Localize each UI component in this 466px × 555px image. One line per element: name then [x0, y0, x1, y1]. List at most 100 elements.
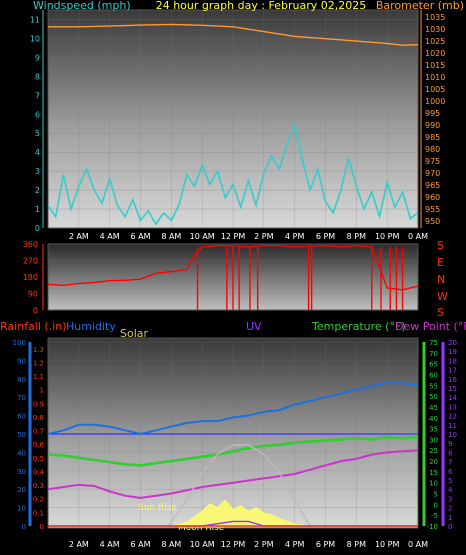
barometer-tick-label: 1000 [425, 97, 445, 106]
time-tick-label-bottom: 10 AM [190, 540, 215, 549]
temperature-tick-label: 15 [429, 469, 438, 477]
uv-tick-label: 10 [448, 431, 457, 439]
rain-tick-label: 0.5 [33, 455, 44, 463]
solar-label: Solar [120, 327, 149, 340]
uv-tick-label: 0 [448, 523, 452, 531]
humidity-tick-label: 80 [17, 376, 26, 384]
windspeed-tick-label: 3 [35, 167, 40, 176]
time-tick-label: 10 AM [190, 232, 215, 241]
humidity-tick-label: 0 [22, 523, 26, 531]
rainfall-axis-label: Rainfall (.in) [0, 320, 67, 333]
time-tick-label-bottom: 6 PM [316, 540, 335, 549]
barometer-tick-label: 990 [425, 121, 440, 130]
uv-tick-label: 15 [448, 385, 457, 393]
time-tick-label: 4 AM [100, 232, 120, 241]
windspeed-tick-label: 5 [35, 129, 40, 138]
uv-tick-label: 6 [448, 468, 453, 476]
uv-tick-label: 2 [448, 505, 452, 513]
temperature-tick-label: 5 [434, 491, 438, 499]
time-tick-label: 4 PM [285, 232, 304, 241]
windspeed-tick-label: 0 [35, 224, 40, 233]
rain-tick-label: 0.2 [33, 496, 44, 504]
direction-tick-label: 0 [33, 306, 38, 315]
time-tick-label-bottom: 4 AM [100, 540, 120, 549]
barometer-tick-label: 960 [425, 193, 440, 202]
temperature-tick-label: 65 [429, 361, 438, 369]
windspeed-tick-label: 8 [35, 72, 40, 81]
humidity-tick-label: 10 [17, 505, 26, 513]
humidity-tick-label: 40 [17, 449, 26, 457]
rain-tick-label: 1.1 [33, 373, 44, 381]
time-tick-label-bottom: 6 AM [130, 540, 150, 549]
time-tick-label-bottom: 8 AM [161, 540, 181, 549]
temperature-tick-label: -5 [431, 512, 438, 520]
temperature-tick-label: 55 [429, 382, 438, 390]
direction-tick-label: 360 [23, 240, 38, 249]
barometer-tick-label: 1025 [425, 37, 445, 46]
time-tick-label: 6 AM [130, 232, 150, 241]
temperature-tick-label: 0 [434, 501, 438, 509]
humidity-axis-label: Humidity [66, 320, 116, 333]
direction-tick-label: 270 [23, 257, 38, 266]
dewpoint-axis-label: Dew Point (°F) [395, 320, 466, 333]
rain-tick-label: 0 [40, 523, 44, 531]
rain-tick-label: 0.1 [33, 509, 44, 517]
windspeed-tick-label: 7 [35, 91, 40, 100]
time-tick-label: 12 PM [221, 232, 246, 241]
time-tick-label-bottom: 12 PM [221, 540, 246, 549]
humidity-tick-label: 90 [17, 357, 26, 365]
barometer-tick-label: 1015 [425, 61, 445, 70]
windspeed-tick-label: 11 [30, 15, 40, 24]
direction-letter-w: W [437, 290, 448, 303]
rain-tick-label: 1 [40, 387, 44, 395]
rain-tick-label: 0.7 [33, 428, 44, 436]
uv-axis-label: UV [246, 320, 262, 333]
humidity-tick-label: 70 [17, 394, 26, 402]
windspeed-tick-label: 9 [35, 53, 40, 62]
barometer-tick-label: 1010 [425, 73, 445, 82]
time-tick-label: 10 PM [375, 232, 400, 241]
windspeed-tick-label: 6 [35, 110, 40, 119]
windspeed-tick-label: 10 [30, 34, 40, 43]
barometer-tick-label: 1030 [425, 25, 445, 34]
barometer-tick-label: 975 [425, 157, 440, 166]
barometer-tick-label: 955 [425, 205, 440, 214]
barometer-tick-label: 965 [425, 181, 440, 190]
weather-graph: Windspeed (mph) 24 hour graph day : Febr… [0, 0, 466, 555]
temperature-tick-label: 45 [429, 404, 438, 412]
rain-tick-label: 1.3 [33, 346, 44, 354]
temperature-tick-label: 25 [429, 447, 438, 455]
barometer-tick-label: 1020 [425, 49, 445, 58]
windspeed-tick-label: 2 [35, 186, 40, 195]
humidity-tick-label: 100 [13, 339, 26, 347]
time-tick-label: 0 AM [408, 232, 428, 241]
temperature-tick-label: 30 [429, 436, 438, 444]
time-tick-label-bottom: 2 AM [69, 540, 89, 549]
barometer-axis-label: Barometer (mb) [376, 0, 464, 12]
uv-tick-label: 1 [448, 514, 452, 522]
uv-tick-label: 18 [448, 357, 457, 365]
windspeed-tick-label: 1 [35, 205, 40, 214]
humidity-tick-label: 60 [17, 413, 26, 421]
weather-graph-svg: Windspeed (mph) 24 hour graph day : Febr… [0, 0, 466, 549]
time-tick-label: 8 AM [161, 232, 181, 241]
temperature-tick-label: 75 [429, 339, 438, 347]
temperature-axis-label: Temperature (°F) [311, 320, 406, 333]
barometer-tick-label: 1035 [425, 13, 445, 22]
windspeed-tick-label: 4 [35, 148, 40, 157]
humidity-tick-label: 20 [17, 486, 26, 494]
barometer-tick-label: 1005 [425, 85, 445, 94]
direction-letter-n: N [437, 273, 445, 286]
time-tick-label-bottom: 8 PM [347, 540, 366, 549]
time-tick-label-bottom: 10 PM [375, 540, 400, 549]
rain-tick-label: 0.9 [33, 400, 44, 408]
temperature-tick-label: 70 [429, 350, 438, 358]
barometer-tick-label: 985 [425, 133, 440, 142]
uv-tick-label: 13 [448, 403, 457, 411]
uv-tick-label: 4 [448, 486, 453, 494]
temperature-tick-label: 40 [429, 415, 438, 423]
time-tick-label: 6 PM [316, 232, 335, 241]
humidity-tick-label: 50 [17, 431, 26, 439]
time-tick-label: 2 AM [69, 232, 89, 241]
direction-letter-s-top: S [437, 239, 444, 252]
